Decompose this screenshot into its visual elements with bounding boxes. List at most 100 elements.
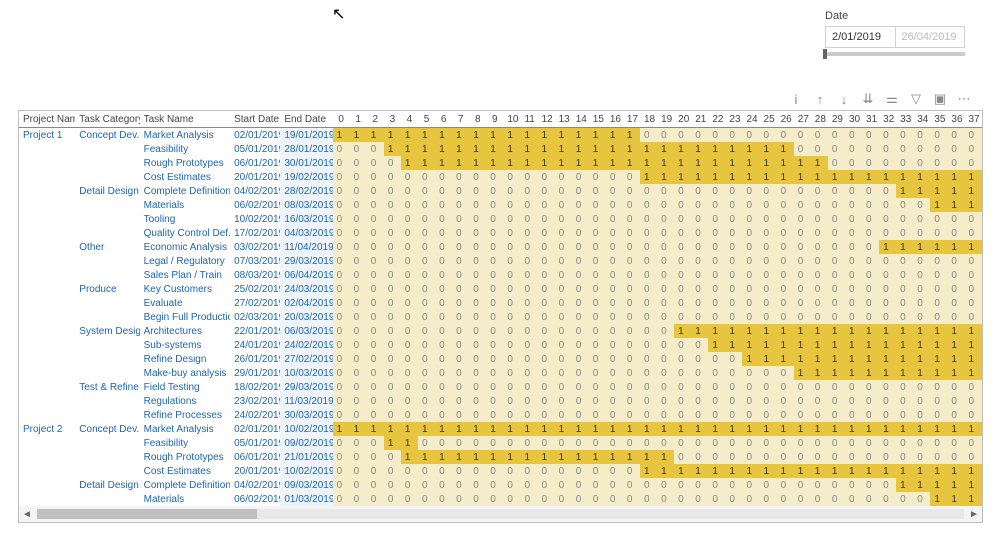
col-header-day[interactable]: 7: [452, 111, 469, 128]
more-options-icon[interactable]: ⋯: [957, 92, 971, 106]
table-row[interactable]: Refine Processes24/02/201930/03/20190000…: [19, 408, 982, 422]
scrollbar-thumb[interactable]: [37, 509, 257, 519]
col-header-day[interactable]: 17: [623, 111, 640, 128]
col-header-day[interactable]: 32: [879, 111, 896, 128]
col-header-day[interactable]: 22: [708, 111, 725, 128]
col-header-day[interactable]: 14: [572, 111, 589, 128]
col-header-day[interactable]: 31: [862, 111, 879, 128]
table-row[interactable]: Project 2Concept Dev.Market Analysis02/0…: [19, 422, 982, 436]
date-slider-handle[interactable]: [823, 49, 827, 59]
col-header-day[interactable]: 18: [640, 111, 657, 128]
sort-asc-icon[interactable]: ↑: [813, 92, 827, 106]
col-header-day[interactable]: 24: [742, 111, 759, 128]
sort-desc-icon[interactable]: ↓: [837, 92, 851, 106]
table-row[interactable]: Rough Prototypes06/01/201930/01/20190000…: [19, 156, 982, 170]
table-row[interactable]: Feasibility05/01/201909/02/2019000110000…: [19, 436, 982, 450]
horizontal-scrollbar[interactable]: ◄ ►: [19, 506, 982, 522]
col-header-day[interactable]: 29: [828, 111, 845, 128]
col-header-day[interactable]: 23: [725, 111, 742, 128]
table-row[interactable]: Refine Design26/01/201927/02/20190000000…: [19, 352, 982, 366]
col-header-day[interactable]: 2: [367, 111, 384, 128]
col-header-day[interactable]: 34: [913, 111, 930, 128]
table-row[interactable]: Make-buy analysis29/01/201910/03/2019000…: [19, 366, 982, 380]
col-header-day[interactable]: 35: [930, 111, 947, 128]
col-header-project[interactable]: Project Name: [19, 111, 75, 128]
col-header-day[interactable]: 37: [964, 111, 982, 128]
col-header-day[interactable]: 10: [503, 111, 520, 128]
gantt-cell: 0: [572, 310, 589, 324]
info-icon[interactable]: i: [789, 92, 803, 106]
col-header-day[interactable]: 30: [845, 111, 862, 128]
col-header-day[interactable]: 4: [401, 111, 418, 128]
table-row[interactable]: ProduceKey Customers25/02/201924/03/2019…: [19, 282, 982, 296]
col-header-day[interactable]: 5: [418, 111, 435, 128]
col-header-day[interactable]: 26: [777, 111, 794, 128]
col-header-day[interactable]: 36: [947, 111, 964, 128]
table-row[interactable]: Quality Control Def.17/02/201904/03/2019…: [19, 226, 982, 240]
scroll-left-arrow-icon[interactable]: ◄: [19, 509, 35, 520]
gantt-cell: 0: [760, 198, 777, 212]
table-row[interactable]: Sales Plan / Train08/03/201906/04/201900…: [19, 268, 982, 282]
col-header-day[interactable]: 25: [760, 111, 777, 128]
scroll-right-arrow-icon[interactable]: ►: [966, 509, 982, 520]
table-row[interactable]: Materials06/02/201901/03/201900000000000…: [19, 492, 982, 506]
gantt-cell: 0: [589, 282, 606, 296]
drill-down-icon[interactable]: ⇊: [861, 92, 875, 106]
col-header-category[interactable]: Task Category: [75, 111, 139, 128]
matrix-visual[interactable]: Project NameTask CategoryTask NameStart …: [18, 110, 983, 523]
col-header-day[interactable]: 27: [794, 111, 811, 128]
col-header-day[interactable]: 19: [657, 111, 674, 128]
col-header-day[interactable]: 8: [469, 111, 486, 128]
table-row[interactable]: Project 1Concept Dev.Market Analysis02/0…: [19, 128, 982, 143]
table-row[interactable]: Materials06/02/201908/03/201900000000000…: [19, 198, 982, 212]
date-slider[interactable]: [825, 52, 965, 56]
table-row[interactable]: Cost Estimates20/01/201910/02/2019000000…: [19, 464, 982, 478]
table-row[interactable]: Rough Prototypes06/01/201921/01/20190000…: [19, 450, 982, 464]
table-row[interactable]: Legal / Regulatory07/03/201929/03/201900…: [19, 254, 982, 268]
table-row[interactable]: Detail DesignComplete Definition04/02/20…: [19, 184, 982, 198]
date-range-inputs[interactable]: 2/01/2019 26/04/2019: [825, 26, 965, 48]
col-header-end[interactable]: End Date: [280, 111, 332, 128]
col-header-day[interactable]: 28: [811, 111, 828, 128]
date-start-input[interactable]: 2/01/2019: [826, 27, 895, 47]
table-row[interactable]: OtherEconomic Analysis03/02/201911/04/20…: [19, 240, 982, 254]
table-row[interactable]: Sub-systems24/01/201924/02/2019000000000…: [19, 338, 982, 352]
gantt-cell: 0: [760, 184, 777, 198]
col-header-day[interactable]: 33: [896, 111, 913, 128]
matrix-scroll-area[interactable]: Project NameTask CategoryTask NameStart …: [19, 111, 982, 506]
col-header-day[interactable]: 13: [555, 111, 572, 128]
gantt-cell: 0: [418, 254, 435, 268]
col-header-day[interactable]: 15: [589, 111, 606, 128]
table-row[interactable]: Test & RefineField Testing18/02/201929/0…: [19, 380, 982, 394]
table-row[interactable]: Regulations23/02/201911/03/2019000000000…: [19, 394, 982, 408]
gantt-cell: 0: [896, 436, 913, 450]
table-row[interactable]: Tooling10/02/201916/03/20190000000000000…: [19, 212, 982, 226]
table-row[interactable]: Cost Estimates20/01/201919/02/2019000000…: [19, 170, 982, 184]
col-header-day[interactable]: 21: [691, 111, 708, 128]
gantt-cell: 1: [947, 422, 964, 436]
col-header-day[interactable]: 12: [538, 111, 555, 128]
col-header-start[interactable]: Start Date: [230, 111, 280, 128]
table-row[interactable]: Begin Full Production02/03/201920/03/201…: [19, 310, 982, 324]
focus-mode-icon[interactable]: ▣: [933, 92, 947, 106]
date-slicer[interactable]: Date 2/01/2019 26/04/2019: [825, 10, 965, 56]
filter-icon[interactable]: ▽: [909, 92, 923, 106]
col-header-task[interactable]: Task Name: [140, 111, 230, 128]
gantt-cell: 1: [708, 338, 725, 352]
col-header-day[interactable]: 1: [350, 111, 367, 128]
col-header-day[interactable]: 3: [384, 111, 401, 128]
date-end-input[interactable]: 26/04/2019: [895, 27, 965, 47]
col-header-day[interactable]: 0: [333, 111, 350, 128]
scrollbar-track[interactable]: [37, 509, 964, 519]
col-header-day[interactable]: 11: [520, 111, 537, 128]
col-header-day[interactable]: 9: [486, 111, 503, 128]
col-header-day[interactable]: 16: [606, 111, 623, 128]
table-row[interactable]: Detail DesignComplete Definition04/02/20…: [19, 478, 982, 492]
table-row[interactable]: Feasibility05/01/201928/01/2019000111111…: [19, 142, 982, 156]
gantt-cell: 0: [367, 156, 384, 170]
table-row[interactable]: System DesignArchitectures22/01/201906/0…: [19, 324, 982, 338]
table-row[interactable]: Evaluate27/02/201902/04/2019000000000000…: [19, 296, 982, 310]
expand-icon[interactable]: ⚌: [885, 92, 899, 106]
col-header-day[interactable]: 20: [674, 111, 691, 128]
col-header-day[interactable]: 6: [435, 111, 452, 128]
